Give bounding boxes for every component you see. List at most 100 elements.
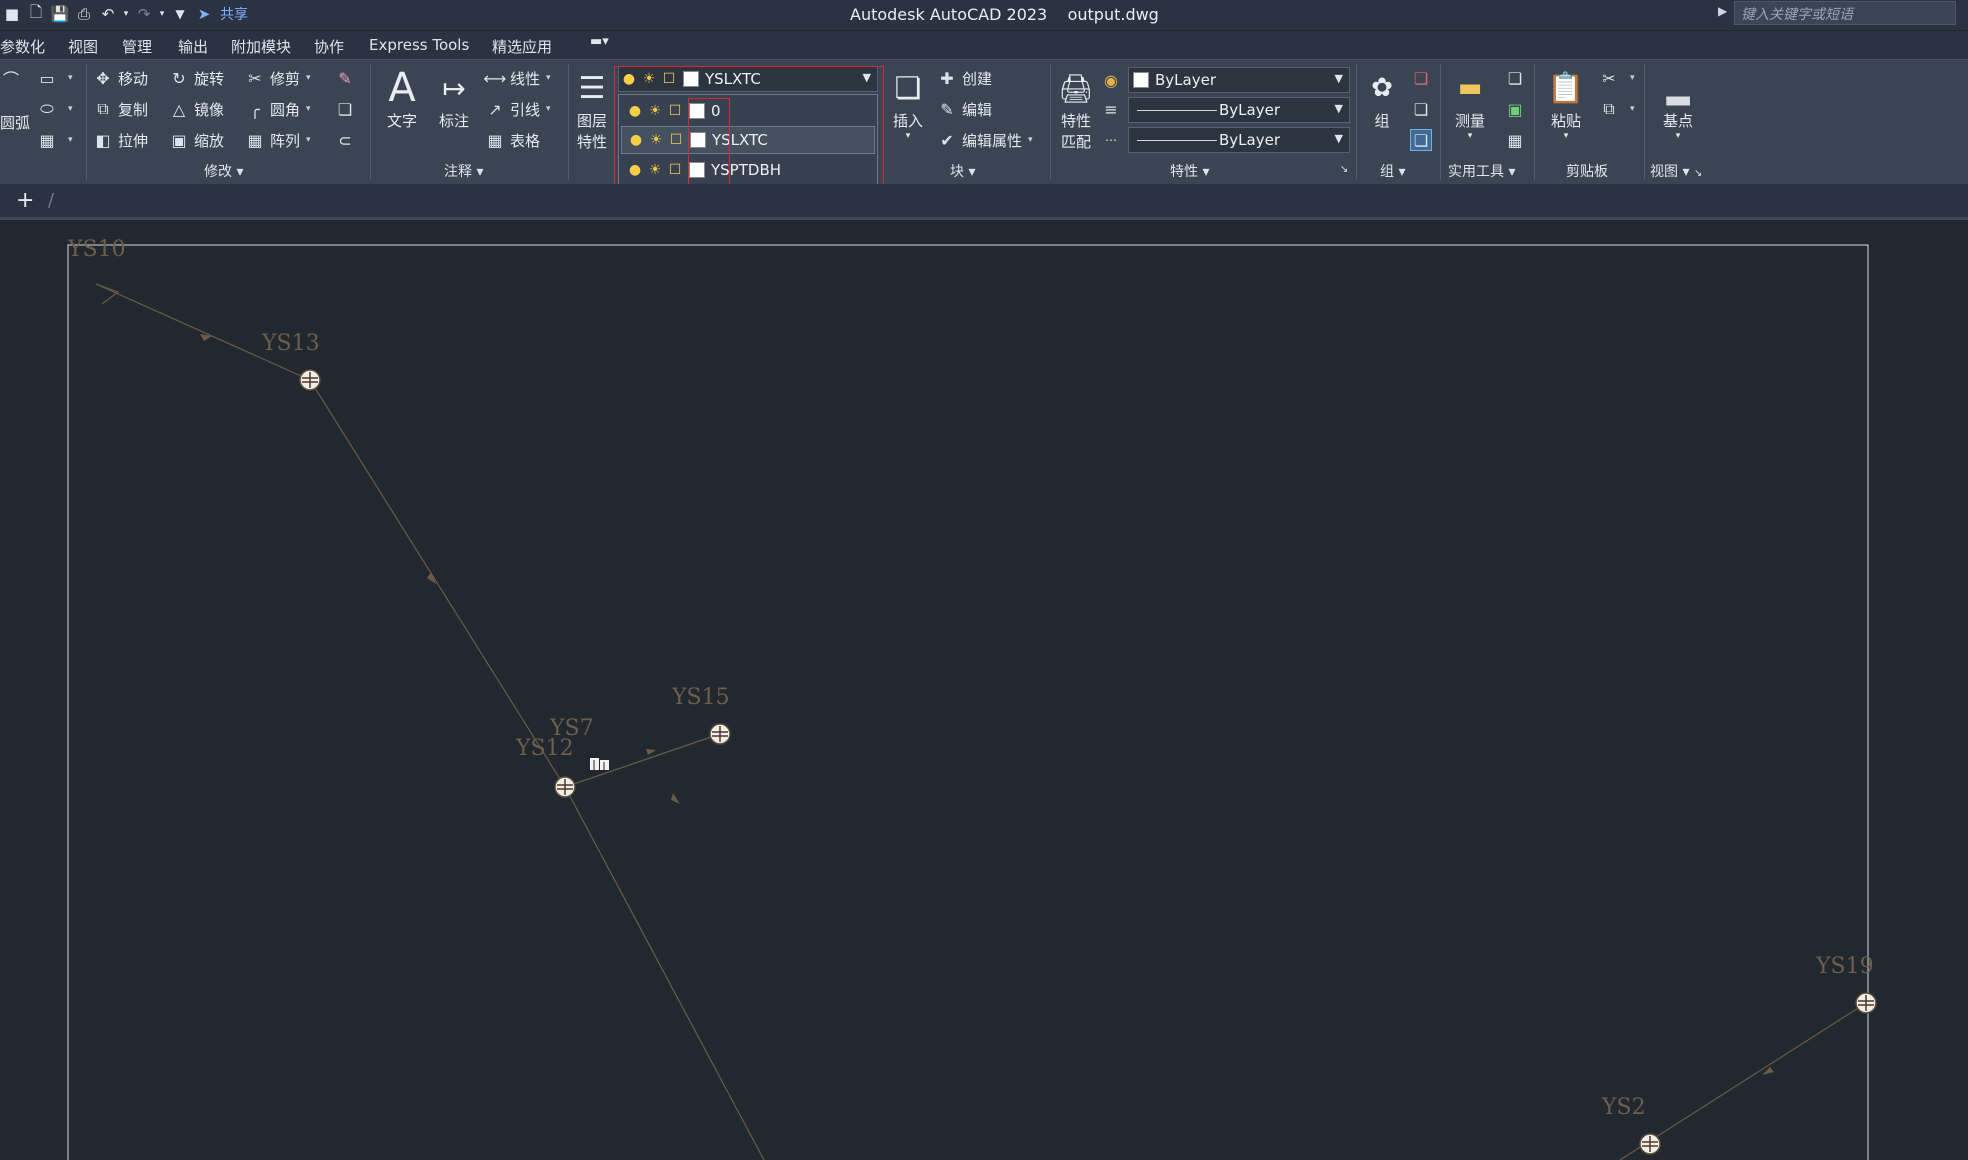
hatch-icon[interactable]: ▦ ▾ <box>36 128 72 152</box>
lineweight-value: ByLayer <box>1219 101 1280 119</box>
properties-panel-title[interactable]: 特性 ▾ <box>1170 161 1209 181</box>
manhole-ys2[interactable] <box>1639 1133 1661 1155</box>
move-icon: ✥ <box>96 68 110 88</box>
manhole-ys15[interactable] <box>709 723 731 745</box>
flow-arrow-icon <box>671 793 680 804</box>
color-swatch <box>1133 72 1149 88</box>
search-input[interactable]: 键入关键字或短语 <box>1734 1 1956 25</box>
tab-featured-apps[interactable]: 精选应用 <box>492 36 552 57</box>
tab-addins[interactable]: 附加模块 <box>231 36 291 57</box>
lineweight-select[interactable]: ByLayer ▼ <box>1128 97 1350 123</box>
block-symbol-ys7[interactable] <box>590 758 609 770</box>
dimension-button[interactable]: ↦ 标注 <box>432 66 476 131</box>
undo-dropdown-icon[interactable]: ▾ <box>120 3 132 25</box>
offset-button[interactable]: ⊂ <box>334 128 360 152</box>
new-tab-icon[interactable]: + <box>16 188 34 213</box>
open-file-icon[interactable]: 🗋 <box>24 3 48 25</box>
paste-button[interactable]: 📋 粘贴 ▾ <box>1544 66 1588 142</box>
search-expand-icon[interactable]: ▶ <box>1718 4 1727 18</box>
print-icon[interactable]: ⎙ <box>72 3 96 25</box>
customize-qat-icon[interactable]: ▼ <box>168 3 192 25</box>
array-icon: ▦ <box>247 130 263 150</box>
color-select[interactable]: ByLayer ▼ <box>1128 67 1350 93</box>
group-button[interactable]: ✿ 组 <box>1360 66 1404 131</box>
fillet-button[interactable]: ╭ 圆角 ▾ <box>244 97 310 121</box>
view-panel-title[interactable]: 视图 ▾ ↘ <box>1650 161 1702 181</box>
modify-panel-title[interactable]: 修改 ▾ <box>204 161 243 181</box>
tab-divider: / <box>48 190 55 211</box>
table-button[interactable]: ▦ 表格 <box>484 128 540 152</box>
move-button[interactable]: ✥ 移动 <box>92 66 148 90</box>
copy-clip-icon[interactable]: ⧉ ▾ <box>1598 97 1634 121</box>
text-button[interactable]: A 文字 <box>380 65 424 131</box>
tab-output[interactable]: 输出 <box>178 36 208 57</box>
tab-manage[interactable]: 管理 <box>122 36 152 57</box>
group-select-icon[interactable]: ❏ <box>1410 128 1436 152</box>
tab-parametric[interactable]: 参数化 <box>0 36 45 57</box>
undo-icon[interactable]: ↶ <box>96 3 120 25</box>
scale-button[interactable]: ▣ 缩放 <box>168 128 224 152</box>
drawing-canvas[interactable]: YS10 YS13 YS15 YS7 YS12 YS19 YS2 <box>0 222 1968 1160</box>
trim-button[interactable]: ✂ 修剪 ▾ <box>244 66 310 90</box>
array-button[interactable]: ▦ 阵列 ▾ <box>244 128 310 152</box>
arc-button[interactable]: 圆弧 <box>0 110 30 134</box>
workspace-switch-icon[interactable]: ▬▾ <box>590 34 609 49</box>
manhole-ys13[interactable] <box>299 369 321 391</box>
fillet-label: 圆角 <box>270 100 301 119</box>
measure-button[interactable]: ▬ 测量 ▾ <box>1448 66 1492 141</box>
redo-dropdown-icon[interactable]: ▾ <box>156 3 168 25</box>
edit-attributes-button[interactable]: ✔ 编辑属性 ▾ <box>936 128 1032 152</box>
cut-icon[interactable]: ✂ ▾ <box>1598 66 1634 90</box>
block-panel-title[interactable]: 块 ▾ <box>950 161 975 181</box>
tab-view[interactable]: 视图 <box>68 36 98 57</box>
color-wheel-icon: ◉ <box>1104 70 1118 90</box>
ungroup-icon[interactable]: ❏ <box>1410 66 1436 90</box>
autocad-window: ■ 🗋 💾 ⎙ ↶ ▾ ↷ ▾ ▼ ➤ 共享 Autodesk AutoCAD … <box>0 0 1968 1160</box>
annotation-panel-title[interactable]: 注释 ▾ <box>444 161 483 181</box>
rotate-button[interactable]: ↻ 旋转 <box>168 66 224 90</box>
layer-properties-button[interactable]: ☰ 图层 特性 <box>570 66 614 152</box>
groups-panel-title[interactable]: 组 ▾ <box>1380 161 1405 181</box>
dialog-launcher-icon[interactable]: ↘ <box>1340 164 1348 175</box>
tab-express-tools[interactable]: Express Tools <box>369 36 469 54</box>
manhole-ys19[interactable] <box>1855 992 1877 1014</box>
app-menu-icon[interactable]: ■ <box>0 3 24 25</box>
create-block-button[interactable]: ✚ 创建 <box>936 66 992 90</box>
rectangle-icon[interactable]: ▭ ▾ <box>36 66 72 90</box>
redo-icon[interactable]: ↷ <box>132 3 156 25</box>
edit-label: 编辑 <box>962 100 993 119</box>
insert-block-button[interactable]: ❏ 插入 ▾ <box>886 66 930 142</box>
quick-select-icon[interactable]: ❏ <box>1504 66 1530 90</box>
group-edit-icon[interactable]: ❏ <box>1410 97 1436 121</box>
ellipse-icon[interactable]: ⬭ ▾ <box>36 97 72 121</box>
save-icon[interactable]: 💾 <box>48 3 72 25</box>
calculator-icon[interactable]: ▦ <box>1504 128 1530 152</box>
tab-collaborate[interactable]: 协作 <box>314 36 344 57</box>
quick-access-toolbar: ■ 🗋 💾 ⎙ ↶ ▾ ↷ ▾ ▼ ➤ 共享 <box>0 3 248 25</box>
utilities-panel-title[interactable]: 实用工具 ▾ <box>1448 161 1515 181</box>
explode-button[interactable]: ❏ <box>334 97 360 121</box>
drawing-svg[interactable]: YS10 YS13 YS15 YS7 YS12 YS19 YS2 <box>0 222 1968 1160</box>
linetype-select[interactable]: ByLayer ▼ <box>1128 127 1350 153</box>
erase-button[interactable]: ✎ <box>334 66 360 90</box>
share-button[interactable]: 共享 <box>220 4 248 24</box>
copy-icon: ⧉ <box>97 99 109 118</box>
manhole-ys12[interactable] <box>554 776 576 798</box>
leader-button[interactable]: ↗ 引线 ▾ <box>484 97 550 121</box>
match-properties-button[interactable]: 🖨 特性 匹配 <box>1054 66 1098 152</box>
select-all-icon[interactable]: ▣ <box>1504 97 1530 121</box>
line-sample <box>1137 139 1217 141</box>
linear-button[interactable]: ⟷ 线性 ▾ <box>484 66 551 90</box>
share-icon[interactable]: ➤ <box>192 3 216 25</box>
edit-block-button[interactable]: ✎ 编辑 <box>936 97 992 121</box>
offset-icon: ⊂ <box>338 130 352 150</box>
mirror-button[interactable]: △ 镜像 <box>168 97 224 121</box>
copy-button[interactable]: ⧉ 复制 <box>92 97 148 121</box>
stretch-button[interactable]: ◧ 拉伸 <box>92 128 148 152</box>
text-icon: A <box>388 65 416 111</box>
arc-icon[interactable]: ⌒ <box>0 66 26 90</box>
measure-label: 测量 <box>1454 112 1485 130</box>
create-block-icon: ✚ <box>940 68 954 88</box>
pipe-ys12-ys15 <box>564 733 721 788</box>
base-point-button[interactable]: ▂ 基点 ▾ <box>1656 66 1700 142</box>
